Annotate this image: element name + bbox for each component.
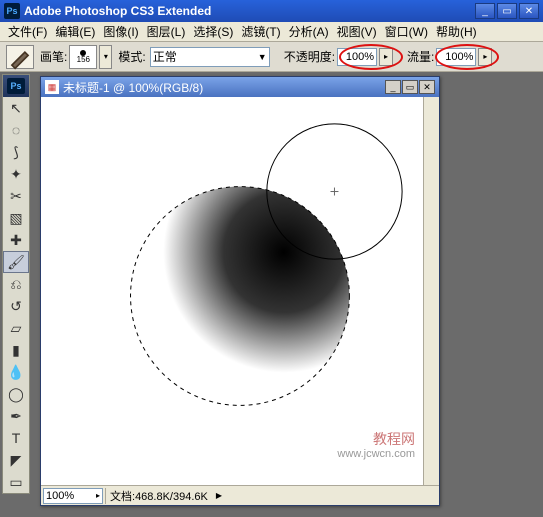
menu-layer[interactable]: 图层(L) bbox=[143, 21, 190, 42]
menu-window[interactable]: 窗口(W) bbox=[381, 21, 432, 42]
menu-filter[interactable]: 滤镜(T) bbox=[237, 21, 284, 42]
app-title: Adobe Photoshop CS3 Extended bbox=[24, 4, 475, 18]
menu-analysis[interactable]: 分析(A) bbox=[285, 21, 333, 42]
move-tool[interactable]: ↖ bbox=[3, 97, 29, 119]
document-statusbar: 100% ▸ 文档:468.8K/394.6K ▶ bbox=[41, 485, 439, 505]
mode-select[interactable]: 正常 ▼ bbox=[150, 47, 270, 67]
doc-maximize-button[interactable]: ▭ bbox=[402, 80, 418, 94]
flow-label: 流量: bbox=[407, 48, 434, 65]
doc-size-info[interactable]: 文档:468.8K/394.6K bbox=[105, 488, 212, 504]
document-title: 未标题-1 @ 100%(RGB/8) bbox=[63, 79, 385, 96]
toolbox: Ps ↖◌⟆✦✂▧✚🖌⎌↺▱▮💧◯✒T◤▭ bbox=[2, 74, 30, 494]
mode-value: 正常 bbox=[153, 48, 177, 65]
toolbox-header: Ps bbox=[3, 75, 29, 97]
menu-view[interactable]: 视图(V) bbox=[333, 21, 381, 42]
brush-tool[interactable]: 🖌 bbox=[3, 251, 29, 273]
rectangle-tool[interactable]: ▭ bbox=[3, 471, 29, 493]
chevron-right-icon: ▸ bbox=[96, 491, 100, 500]
chevron-down-icon: ▼ bbox=[258, 52, 267, 62]
work-area: Ps ↖◌⟆✦✂▧✚🖌⎌↺▱▮💧◯✒T◤▭ ▦ 未标题-1 @ 100%(RGB… bbox=[0, 72, 543, 517]
gradient-paint bbox=[131, 187, 350, 406]
doc-close-button[interactable]: ✕ bbox=[419, 80, 435, 94]
crop-tool[interactable]: ✂ bbox=[3, 185, 29, 207]
doc-status-label: 文档: bbox=[110, 491, 135, 503]
app-titlebar: Ps Adobe Photoshop CS3 Extended _ ▭ ✕ bbox=[0, 0, 543, 22]
opacity-slider-button[interactable]: ▸ bbox=[379, 48, 393, 66]
menu-edit[interactable]: 编辑(E) bbox=[51, 21, 99, 42]
opacity-label: 不透明度: bbox=[284, 48, 335, 65]
path-selection-tool[interactable]: ◤ bbox=[3, 449, 29, 471]
close-button[interactable]: ✕ bbox=[519, 3, 539, 19]
marquee-tool[interactable]: ◌ bbox=[3, 119, 29, 141]
pen-tool[interactable]: ✒ bbox=[3, 405, 29, 427]
vertical-scrollbar[interactable] bbox=[423, 97, 439, 485]
dodge-tool[interactable]: ◯ bbox=[3, 383, 29, 405]
mode-label: 模式: bbox=[118, 48, 145, 65]
clone-stamp-tool[interactable]: ⎌ bbox=[3, 273, 29, 295]
menu-bar: 文件(F) 编辑(E) 图像(I) 图层(L) 选择(S) 滤镜(T) 分析(A… bbox=[0, 22, 543, 42]
doc-status-value: 468.8K/394.6K bbox=[135, 491, 208, 503]
flow-slider-button[interactable]: ▸ bbox=[478, 48, 492, 66]
window-controls: _ ▭ ✕ bbox=[475, 3, 539, 19]
menu-select[interactable]: 选择(S) bbox=[189, 21, 237, 42]
minimize-button[interactable]: _ bbox=[475, 3, 495, 19]
document-window: ▦ 未标题-1 @ 100%(RGB/8) _ ▭ ✕ bbox=[40, 76, 440, 506]
doc-minimize-button[interactable]: _ bbox=[385, 80, 401, 94]
healing-brush-tool[interactable]: ✚ bbox=[3, 229, 29, 251]
brush-icon bbox=[7, 44, 33, 70]
status-menu-arrow[interactable]: ▶ bbox=[212, 491, 226, 500]
opacity-group: 不透明度: ▸ bbox=[284, 48, 393, 66]
menu-image[interactable]: 图像(I) bbox=[99, 21, 142, 42]
zoom-input[interactable]: 100% ▸ bbox=[43, 488, 103, 504]
brush-size-value: 156 bbox=[77, 56, 90, 64]
ps-logo-icon: Ps bbox=[7, 78, 25, 94]
blend-mode-group: 模式: 正常 ▼ bbox=[118, 47, 269, 67]
tool-preset-picker[interactable] bbox=[6, 45, 34, 69]
gradient-tool[interactable]: ▮ bbox=[3, 339, 29, 361]
brush-crosshair bbox=[330, 188, 338, 196]
magic-wand-tool[interactable]: ✦ bbox=[3, 163, 29, 185]
flow-group: 流量: ▸ bbox=[407, 48, 492, 66]
canvas-content bbox=[41, 97, 423, 485]
eraser-tool[interactable]: ▱ bbox=[3, 317, 29, 339]
options-bar: 画笔: 156 ▾ 模式: 正常 ▼ 不透明度: ▸ 流量: ▸ bbox=[0, 42, 543, 72]
type-tool[interactable]: T bbox=[3, 427, 29, 449]
brush-label: 画笔: bbox=[40, 48, 67, 65]
maximize-button[interactable]: ▭ bbox=[497, 3, 517, 19]
brush-dropdown-arrow[interactable]: ▾ bbox=[99, 45, 112, 69]
history-brush-tool[interactable]: ↺ bbox=[3, 295, 29, 317]
brush-preset-picker[interactable]: 156 bbox=[69, 45, 97, 69]
zoom-value: 100% bbox=[46, 490, 74, 502]
opacity-input[interactable] bbox=[337, 48, 377, 66]
app-icon: Ps bbox=[4, 3, 20, 19]
brush-preset: 画笔: 156 ▾ bbox=[40, 45, 112, 69]
menu-file[interactable]: 文件(F) bbox=[4, 21, 51, 42]
canvas[interactable]: 教程网 www.jcwcn.com bbox=[41, 97, 423, 485]
slice-tool[interactable]: ▧ bbox=[3, 207, 29, 229]
lasso-tool[interactable]: ⟆ bbox=[3, 141, 29, 163]
flow-input[interactable] bbox=[436, 48, 476, 66]
blur-tool[interactable]: 💧 bbox=[3, 361, 29, 383]
document-icon: ▦ bbox=[45, 80, 59, 94]
menu-help[interactable]: 帮助(H) bbox=[432, 21, 481, 42]
document-titlebar[interactable]: ▦ 未标题-1 @ 100%(RGB/8) _ ▭ ✕ bbox=[41, 77, 439, 97]
